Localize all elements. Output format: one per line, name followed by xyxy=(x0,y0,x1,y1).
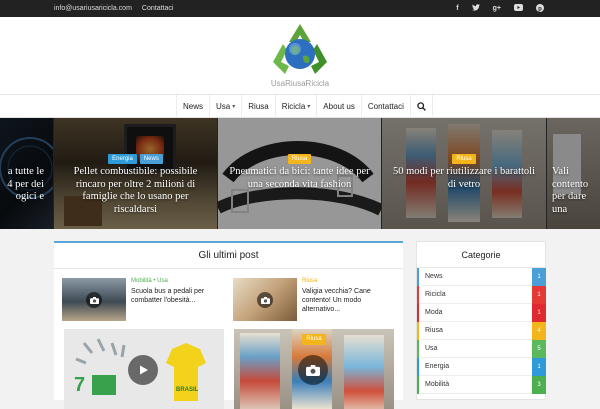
category-item[interactable]: News 1 xyxy=(417,268,546,286)
contact-link[interactable]: Contattaci xyxy=(142,5,174,12)
category-color-bar xyxy=(417,376,419,394)
email-link[interactable]: info@usariusaricicla.com xyxy=(54,5,132,12)
svg-text:p: p xyxy=(538,6,542,12)
category-item[interactable]: Usa 5 xyxy=(417,340,546,358)
category-badge[interactable]: Energia xyxy=(108,154,137,164)
categories-heading: Categorie xyxy=(417,242,545,268)
category-item[interactable]: Moda 1 xyxy=(417,304,546,322)
slide-categories: Riusa xyxy=(382,154,546,164)
nav-item-usa[interactable]: Usa ▾ xyxy=(209,95,241,118)
category-name: Mobilità xyxy=(425,381,450,388)
slide-title: 50 modi per riutilizzare i barattoli di … xyxy=(393,166,535,190)
site-name: UsaRiusaRicicla xyxy=(270,79,330,88)
category-count: 5 xyxy=(532,340,546,358)
category-item[interactable]: Riusa 4 xyxy=(417,322,546,340)
slide-title: a tutte le 4 per dei ogici e xyxy=(7,166,44,202)
svg-text:BRASIL: BRASIL xyxy=(176,387,199,393)
featured-slider: a tutte le 4 per dei ogici e Energia New… xyxy=(0,118,600,229)
slide-title: Pneumatici da bici: tante idee per una s… xyxy=(229,166,370,190)
nav-label: Riusa xyxy=(248,102,269,111)
nav-label: News xyxy=(183,102,204,111)
top-bar: info@usariusaricicla.com Contattaci f g+… xyxy=(0,0,600,17)
post-thumbnail[interactable] xyxy=(233,278,297,321)
chevron-down-icon: ▾ xyxy=(232,104,236,110)
nav-search[interactable] xyxy=(409,95,433,118)
twitter-icon[interactable] xyxy=(471,4,480,13)
category-count: 4 xyxy=(532,322,546,340)
post-item[interactable]: Riusa Valigia vecchia? Cane contento! Un… xyxy=(233,278,393,322)
category-color-bar xyxy=(417,340,419,358)
nav-label: Contattaci xyxy=(367,102,404,111)
recycle-logo[interactable] xyxy=(271,22,329,76)
site-header: UsaRiusaRicicla xyxy=(0,17,600,95)
main-nav: News Usa ▾ Riusa Ricicla ▾ About us Contat… xyxy=(0,95,600,118)
post-title[interactable]: Scuola bus a pedali per combatter l'obes… xyxy=(131,287,222,305)
latest-posts-panel: Gli ultimi post Mobilità • Usa Scuola bu… xyxy=(54,241,403,409)
category-color-bar xyxy=(417,286,419,304)
slide[interactable]: a tutte le 4 per dei ogici e xyxy=(0,118,53,229)
slide-title: Pellet combustibile: possibile rincaro p… xyxy=(73,166,198,215)
top-links: info@usariusaricicla.com Contattaci xyxy=(54,0,173,17)
post-title[interactable]: Valigia vecchia? Cane contento! Un modo … xyxy=(302,287,393,314)
slide-title: Vali contento per dare una xyxy=(552,166,589,215)
category-badge[interactable]: Riusa xyxy=(452,154,476,164)
camera-icon[interactable] xyxy=(298,355,328,385)
slide-categories: Energia News xyxy=(54,154,217,164)
category-name: Usa xyxy=(425,345,438,352)
featured-post-image[interactable]: 7 BRASIL xyxy=(64,329,224,409)
latest-posts-heading: Gli ultimi post xyxy=(54,243,403,269)
post-item[interactable]: Mobilità • Usa Scuola bus a pedali per c… xyxy=(62,278,222,322)
category-item[interactable]: Energia 1 xyxy=(417,358,546,376)
youtube-icon[interactable] xyxy=(514,4,523,13)
nav-label: Ricicla xyxy=(281,102,306,111)
category-color-bar xyxy=(417,268,419,286)
svg-text:7: 7 xyxy=(74,374,85,396)
nav-item-about[interactable]: About us xyxy=(316,95,361,118)
nav-item-news[interactable]: News xyxy=(176,95,209,118)
category-item[interactable]: Mobilità 3 xyxy=(417,376,546,394)
camera-icon xyxy=(257,292,273,308)
category-badge[interactable]: News xyxy=(139,154,163,164)
facebook-icon[interactable]: f xyxy=(456,5,458,12)
category-count: 3 xyxy=(532,376,546,394)
nav-item-contattaci[interactable]: Contattaci xyxy=(360,95,410,118)
category-count: 1 xyxy=(532,304,546,322)
category-color-bar xyxy=(417,358,419,376)
camera-icon xyxy=(86,292,102,308)
google-plus-icon[interactable]: g+ xyxy=(493,5,501,12)
categories-widget: Categorie News 1 Ricicla 1 Moda 1 Riusa 4 Usa 5 En… xyxy=(416,241,546,400)
chevron-down-icon: ▾ xyxy=(307,104,311,110)
nav-label: Usa xyxy=(216,102,231,111)
slide[interactable]: Riusa 50 modi per riutilizzare i baratto… xyxy=(382,118,546,229)
search-icon xyxy=(417,102,426,111)
category-count: 1 xyxy=(532,268,546,286)
category-name: Ricicla xyxy=(425,291,446,298)
slide[interactable]: Riusa Pneumatici da bici: tante idee per… xyxy=(218,118,381,229)
slide[interactable]: Energia News Pellet combustibile: possib… xyxy=(54,118,217,229)
category-item[interactable]: Ricicla 1 xyxy=(417,286,546,304)
play-icon[interactable] xyxy=(128,355,158,385)
slide-categories: Riusa xyxy=(218,154,381,164)
category-name: Moda xyxy=(425,309,443,316)
category-badge[interactable]: Riusa xyxy=(287,154,312,164)
category-badge[interactable]: Riusa xyxy=(302,334,326,345)
post-categories[interactable]: Mobilità • Usa xyxy=(131,278,168,284)
category-color-bar xyxy=(417,322,419,340)
featured-post-image[interactable]: Riusa xyxy=(234,329,394,409)
category-count: 1 xyxy=(532,358,546,376)
category-count: 1 xyxy=(532,286,546,304)
post-thumbnail[interactable] xyxy=(62,278,126,321)
pinterest-icon[interactable]: p xyxy=(536,3,544,14)
nav-item-riusa[interactable]: Riusa xyxy=(241,95,274,118)
slide[interactable]: Vali contento per dare una xyxy=(547,118,600,229)
nav-item-ricicla[interactable]: Ricicla ▾ xyxy=(274,95,317,118)
social-icons: f g+ p xyxy=(456,0,544,17)
post-categories[interactable]: Riusa xyxy=(302,278,317,284)
category-name: News xyxy=(425,273,443,280)
category-name: Energia xyxy=(425,363,450,370)
nav-label: About us xyxy=(323,102,355,111)
category-color-bar xyxy=(417,304,419,322)
category-name: Riusa xyxy=(425,327,443,334)
